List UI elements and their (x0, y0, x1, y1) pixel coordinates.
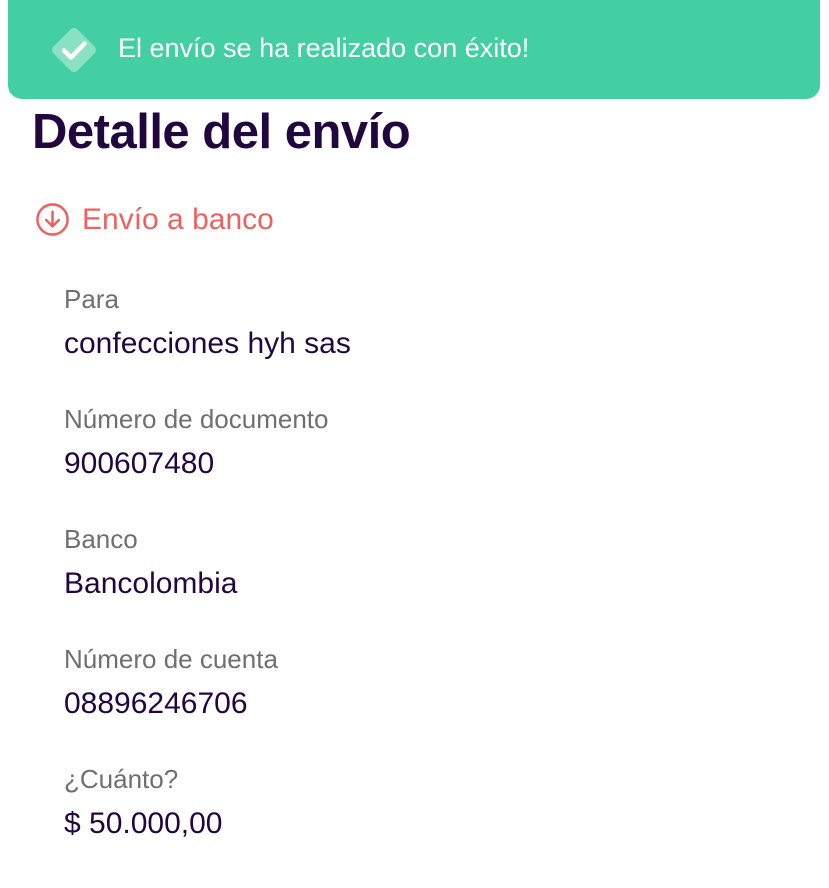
account-number-field: Número de cuenta 08896246706 (64, 644, 278, 720)
amount-value: $ 50.000,00 (64, 807, 223, 840)
recipient-value: confecciones hyh sas (64, 327, 351, 360)
transfer-type-label: Envío a banco (82, 202, 274, 236)
recipient-label: Para (64, 284, 119, 314)
document-number-field: Número de documento 900607480 (64, 404, 328, 480)
check-diamond-icon (52, 28, 96, 72)
amount-field: ¿Cuánto? $ 50.000,00 (64, 764, 222, 840)
account-number-label: Número de cuenta (64, 644, 278, 674)
recipient-field: Para confecciones hyh sas (64, 284, 351, 360)
bank-label: Banco (64, 524, 138, 554)
page-title: Detalle del envío (32, 105, 411, 159)
document-number-value: 900607480 (64, 447, 215, 480)
toast-message: El envío se ha realizado con éxito! (118, 33, 530, 63)
transfer-detail-screen: El envío se ha realizado con éxito! Deta… (0, 0, 829, 888)
transfer-type: Envío a banco (35, 202, 274, 237)
amount-label: ¿Cuánto? (64, 764, 179, 794)
account-number-value: 08896246706 (64, 687, 248, 720)
arrow-down-circle-icon (36, 203, 69, 236)
bank-value: Bancolombia (64, 567, 238, 600)
bank-field: Banco Bancolombia (64, 524, 237, 600)
document-number-label: Número de documento (64, 404, 329, 434)
success-toast: El envío se ha realizado con éxito! (8, 0, 820, 99)
